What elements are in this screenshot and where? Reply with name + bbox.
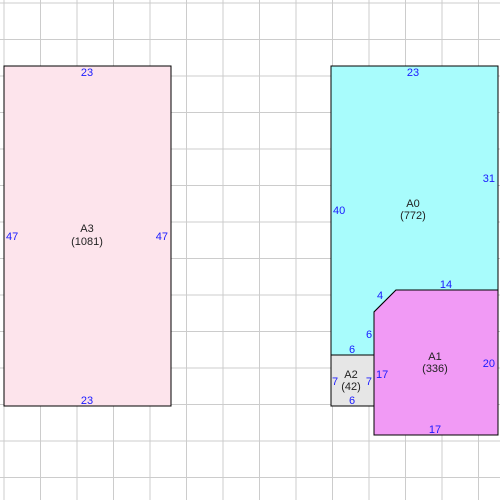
room-a3-area: (1081) <box>71 236 103 248</box>
room-a1-dim-left-lower: 17 <box>376 369 388 381</box>
room-a3-dim-top: 23 <box>81 67 93 79</box>
room-a0-dim-left: 40 <box>333 205 345 217</box>
room-a0-label: A0 <box>406 198 419 210</box>
room-a1-dim-bottom: 17 <box>429 424 441 436</box>
room-a2-dim-left: 7 <box>332 376 338 388</box>
room-a1-dim-right: 20 <box>483 358 495 370</box>
room-a0-dim-right: 31 <box>483 173 495 185</box>
room-a2-label: A2 <box>344 369 357 381</box>
room-a1-area: (336) <box>422 363 448 375</box>
floor-plan-canvas: A3 (1081) 23 23 47 47 A0 (772) 23 40 31 … <box>0 0 500 500</box>
room-a1-label: A1 <box>428 351 441 363</box>
room-a3-dim-right: 47 <box>156 231 168 243</box>
room-a2-area: (42) <box>341 381 361 393</box>
room-a3[interactable]: A3 (1081) 23 23 47 47 <box>3 65 172 407</box>
room-a0-dim-top: 23 <box>407 67 419 79</box>
room-a1[interactable]: A1 (336) 14 4 6 17 20 17 <box>366 279 499 436</box>
room-a2-dim-bottom: 6 <box>349 395 355 407</box>
room-a3-dim-left: 47 <box>6 231 18 243</box>
room-a2-dim-top: 6 <box>349 344 355 356</box>
room-a1-dim-left: 6 <box>366 329 372 341</box>
room-a3-label: A3 <box>80 223 93 235</box>
room-a0-area: (772) <box>400 210 426 222</box>
room-a2-dim-right: 7 <box>366 376 372 388</box>
room-a3-dim-bottom: 23 <box>81 395 93 407</box>
room-a1-dim-chamfer: 4 <box>377 290 383 302</box>
room-a1-dim-top: 14 <box>440 279 452 291</box>
